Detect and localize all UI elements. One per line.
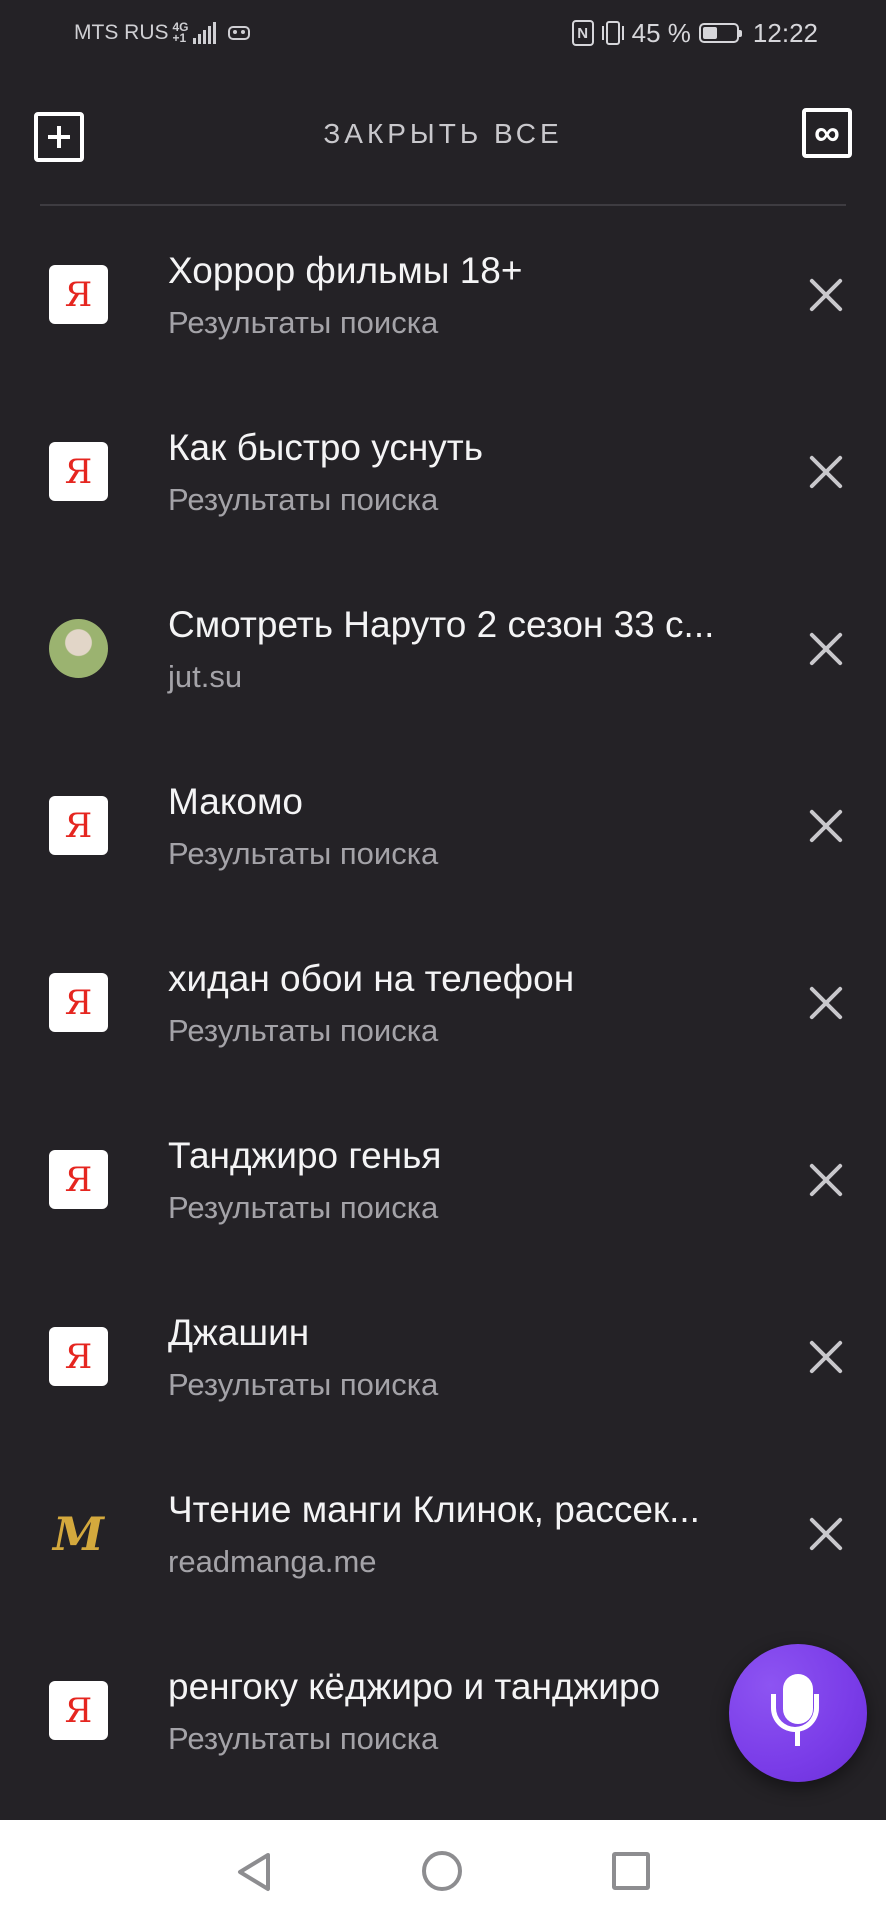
tab-item[interactable]: Я Хоррор фильмы 18+ Результаты поиска: [0, 206, 886, 383]
back-triangle-icon[interactable]: [236, 1852, 272, 1892]
incognito-button[interactable]: ∞: [802, 108, 852, 158]
yandex-favicon-icon: Я: [49, 1327, 108, 1386]
yandex-favicon-icon: Я: [49, 1681, 108, 1740]
tab-title: ренгоку кёджиро и танджиро: [168, 1666, 661, 1707]
tab-title: Макомо: [168, 781, 304, 822]
yandex-favicon-icon: Я: [49, 973, 108, 1032]
infinity-icon: ∞: [814, 112, 840, 153]
home-circle-icon[interactable]: [422, 1851, 462, 1891]
nfc-icon: N: [571, 20, 594, 46]
tab-title: Танджиро генья: [168, 1135, 442, 1176]
tab-item[interactable]: Я Как быстро уснуть Результаты поиска: [0, 383, 886, 560]
close-tab-icon[interactable]: [809, 809, 843, 843]
tab-item[interactable]: Я Танджиро генья Результаты поиска: [0, 1091, 886, 1268]
close-tab-icon[interactable]: [809, 455, 843, 489]
vibrate-icon: [601, 21, 624, 45]
tab-item[interactable]: Я хидан обои на телефон Результаты поиск…: [0, 914, 886, 1091]
tab-title: Как быстро уснуть: [168, 427, 484, 468]
tab-title: Джашин: [168, 1312, 310, 1353]
close-tab-icon[interactable]: [809, 1517, 843, 1551]
recent-square-icon[interactable]: [612, 1852, 650, 1890]
yandex-favicon-icon: Я: [49, 796, 108, 855]
tab-subtitle: Результаты поиска: [168, 305, 439, 340]
tab-subtitle: Результаты поиска: [168, 1721, 439, 1756]
jut-favicon-icon: [49, 619, 108, 678]
close-tab-icon[interactable]: [809, 1340, 843, 1374]
status-bar: MTS RUS 4G +1 N 45 % 12:22: [0, 0, 886, 66]
tab-item[interactable]: Я Джашин Результаты поиска: [0, 1268, 886, 1445]
tab-title: Хоррор фильмы 18+: [168, 250, 523, 291]
battery-percent: 45 %: [631, 17, 691, 48]
tab-list: Я Хоррор фильмы 18+ Результаты поиска Я …: [0, 206, 886, 1799]
tab-item[interactable]: Я Макомо Результаты поиска: [0, 737, 886, 914]
network-type: 4G +1: [172, 20, 189, 45]
tab-subtitle: Результаты поиска: [168, 836, 439, 871]
close-all-button[interactable]: ЗАКРЫТЬ ВСЕ: [0, 118, 886, 150]
yandex-favicon-icon: Я: [49, 265, 108, 324]
clock: 12:22: [752, 17, 818, 48]
tab-subtitle: Результаты поиска: [168, 482, 439, 517]
tab-title: Чтение манги Клинок, рассек...: [168, 1489, 700, 1530]
system-nav-bar: [0, 1820, 886, 1920]
tab-subtitle: Результаты поиска: [168, 1013, 439, 1048]
tab-subtitle: Результаты поиска: [168, 1367, 439, 1402]
vr-icon: [227, 26, 250, 40]
tab-subtitle: jut.su: [168, 659, 243, 694]
close-tab-icon[interactable]: [809, 632, 843, 666]
carrier-name: MTS RUS: [74, 21, 169, 44]
yandex-favicon-icon: Я: [49, 1150, 108, 1209]
close-tab-icon[interactable]: [809, 1163, 843, 1197]
tab-subtitle: Результаты поиска: [168, 1190, 439, 1225]
yandex-favicon-icon: Я: [49, 442, 108, 501]
signal-icon: [192, 22, 216, 44]
readmanga-favicon-icon: M: [53, 1506, 104, 1561]
battery-icon: [698, 23, 742, 43]
tab-title: Смотреть Наруто 2 сезон 33 с...: [168, 604, 715, 645]
microphone-stem: [795, 1730, 800, 1746]
close-tab-icon[interactable]: [809, 278, 843, 312]
status-right: N 45 % 12:22: [571, 17, 818, 48]
tab-title: хидан обои на телефон: [168, 958, 575, 999]
close-tab-icon[interactable]: [809, 986, 843, 1020]
tab-item[interactable]: Смотреть Наруто 2 сезон 33 с... jut.su: [0, 560, 886, 737]
status-left: MTS RUS 4G +1: [74, 20, 250, 46]
tab-item[interactable]: M Чтение манги Клинок, рассек... readman…: [0, 1445, 886, 1622]
voice-search-button[interactable]: [729, 1644, 867, 1782]
tabs-toolbar: ЗАКРЫТЬ ВСЕ ∞: [0, 96, 886, 176]
microphone-arc: [771, 1694, 819, 1732]
tab-subtitle: readmanga.me: [168, 1544, 377, 1579]
